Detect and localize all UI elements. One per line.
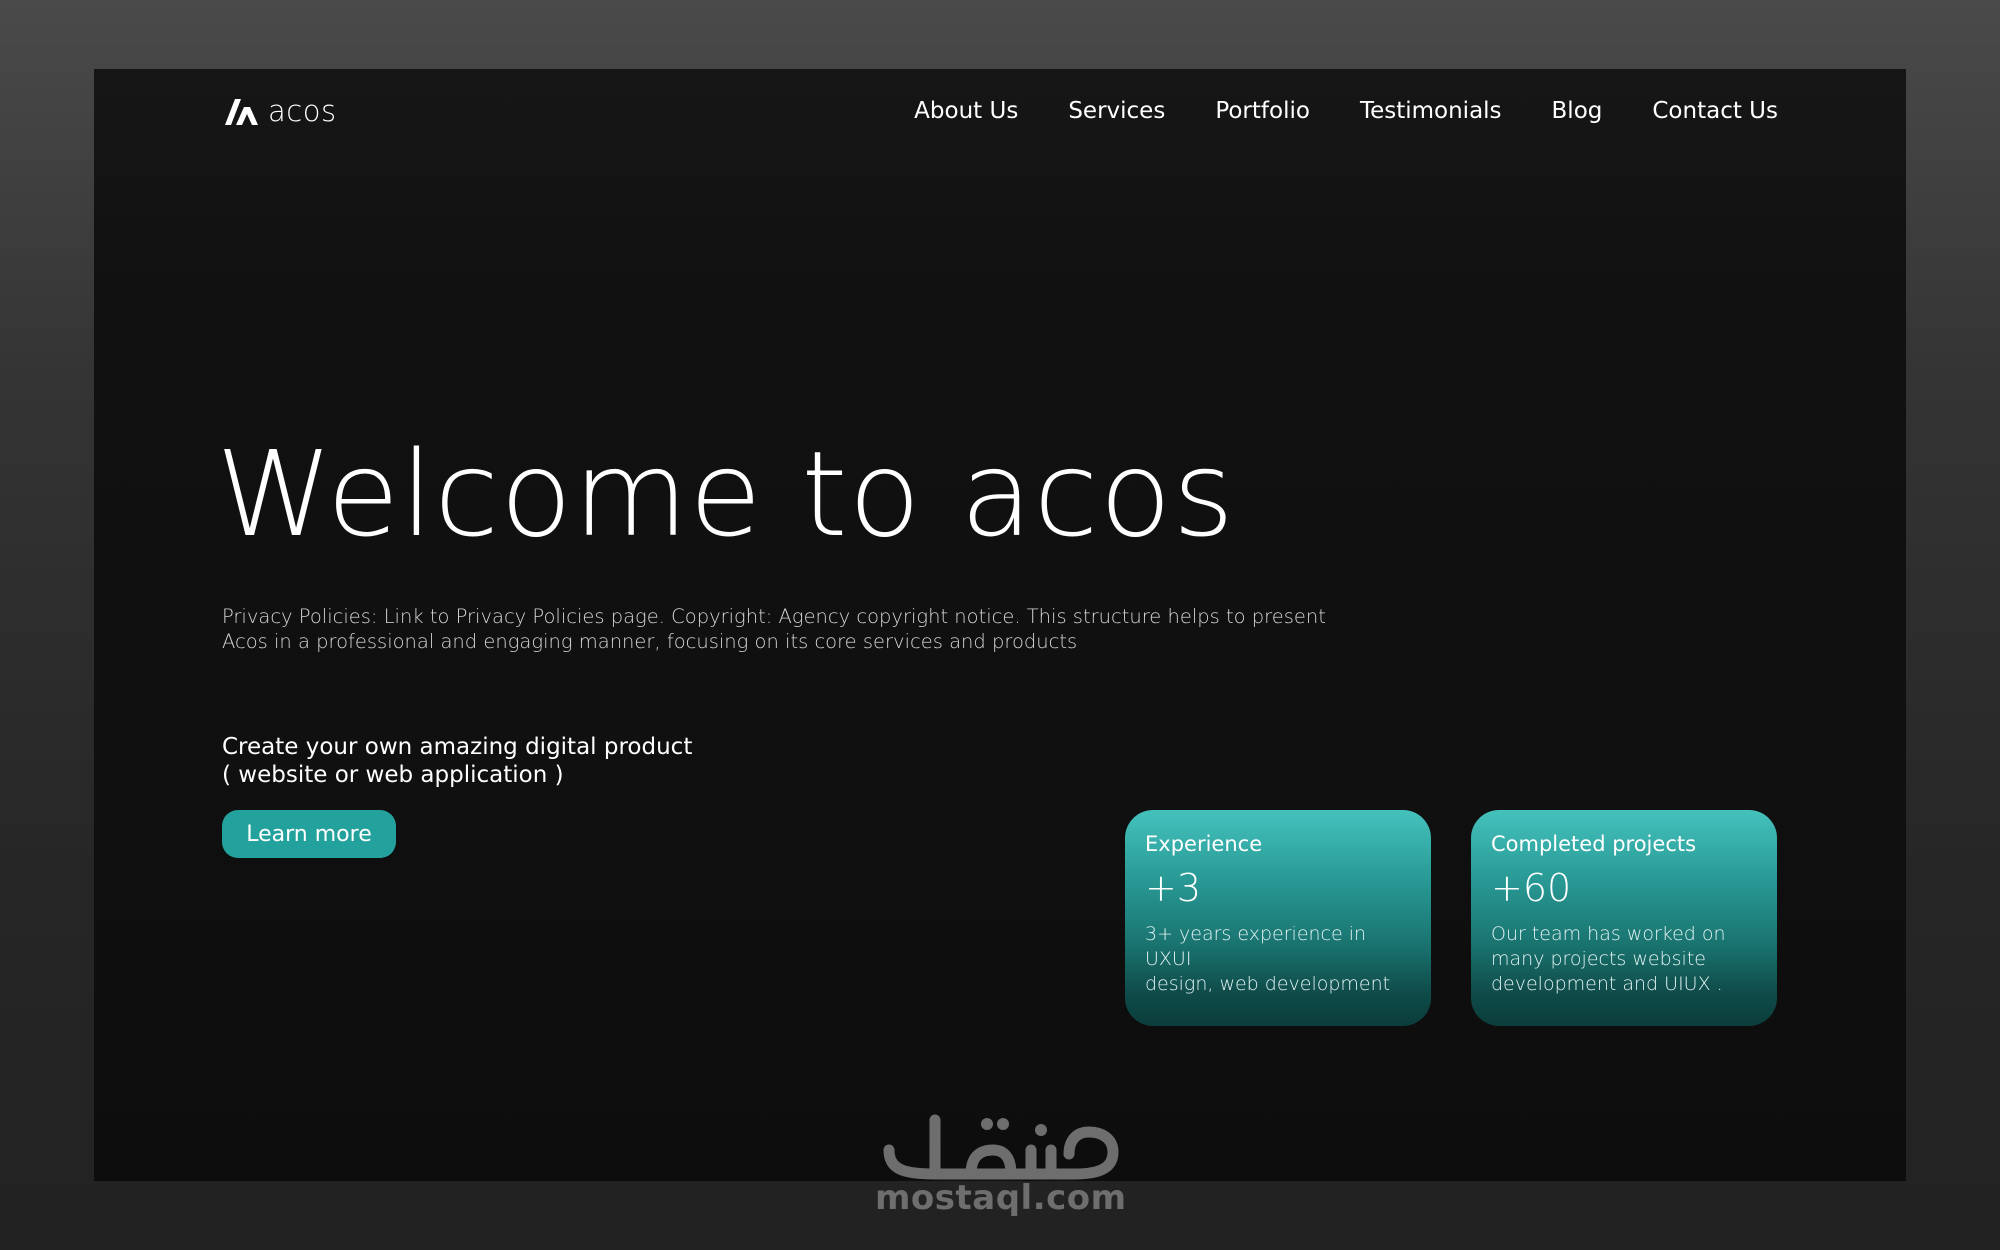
projects-label: Completed projects bbox=[1491, 832, 1697, 856]
hero-title: Welcome to acos bbox=[216, 425, 1236, 563]
cta-text: Create your own amazing digital product … bbox=[222, 733, 692, 789]
main-nav: About Us Services Portfolio Testimonials… bbox=[914, 91, 1778, 131]
acos-logo-icon bbox=[225, 99, 258, 125]
nav-about-us[interactable]: About Us bbox=[914, 98, 1018, 124]
brand-logo[interactable]: acos bbox=[222, 91, 337, 131]
landing-page-frame: acos About Us Services Portfolio Testimo… bbox=[94, 69, 1906, 1181]
cta-line-2: ( website or web application ) bbox=[222, 762, 564, 788]
nav-testimonials[interactable]: Testimonials bbox=[1360, 98, 1502, 124]
mostaql-domain: mostaql.com bbox=[875, 1178, 1127, 1218]
projects-description: Our team has worked on many projects web… bbox=[1491, 923, 1726, 995]
nav-contact-us[interactable]: Contact Us bbox=[1652, 98, 1778, 124]
nav-portfolio[interactable]: Portfolio bbox=[1215, 98, 1310, 124]
completed-projects-card: Completed projects +60 Our team has work… bbox=[1471, 810, 1777, 1026]
experience-card: Experience +3 3+ years experience in UXU… bbox=[1125, 810, 1431, 1026]
mostaql-logo-icon bbox=[883, 1114, 1119, 1180]
cta-line-1: Create your own amazing digital product bbox=[222, 734, 693, 760]
experience-description: 3+ years experience in UXUI design, web … bbox=[1145, 923, 1391, 995]
experience-value: +3 bbox=[1145, 866, 1202, 910]
experience-label: Experience bbox=[1145, 832, 1263, 856]
mostaql-watermark: mostaql.com bbox=[875, 1110, 1127, 1230]
learn-more-button[interactable]: Learn more bbox=[222, 810, 396, 858]
nav-services[interactable]: Services bbox=[1068, 98, 1165, 124]
projects-value: +60 bbox=[1491, 866, 1572, 910]
hero-description: Privacy Policies: Link to Privacy Polici… bbox=[222, 605, 1326, 653]
brand-name: acos bbox=[268, 94, 337, 128]
nav-blog[interactable]: Blog bbox=[1552, 98, 1603, 124]
